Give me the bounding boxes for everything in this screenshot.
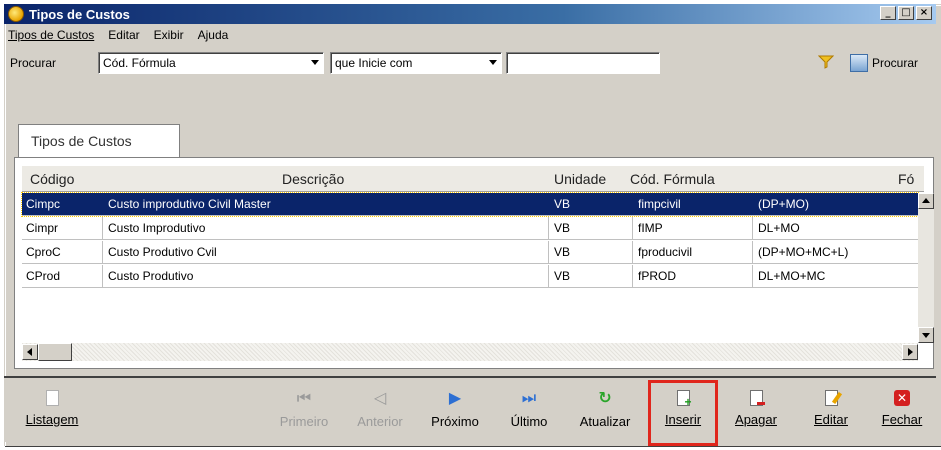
arrow-right-icon <box>908 348 913 356</box>
close-icon: ✕ <box>894 390 910 406</box>
previous-record-icon: ◁ <box>373 390 387 407</box>
proximo-label: Próximo <box>431 414 479 429</box>
refresh-icon: ↻ <box>598 390 612 407</box>
menu-exibir[interactable]: Exibir <box>154 28 184 46</box>
cell-descricao: Custo improdutivo Civil Master <box>108 197 271 211</box>
cell-codigo: CproC <box>26 245 61 259</box>
menu-editar[interactable]: Editar <box>108 28 139 46</box>
atualizar-button[interactable]: ↻ Atualizar <box>570 390 640 444</box>
search-operator-select[interactable]: que Inicie com <box>330 52 502 74</box>
cell-cod-formula: fIMP <box>638 221 663 235</box>
cell-formula: DL+MO+MC <box>758 269 826 283</box>
last-record-icon: ⏭ <box>521 390 537 407</box>
minimize-button[interactable]: _ <box>880 6 896 20</box>
anterior-button[interactable]: ◁ Anterior <box>350 390 410 444</box>
primeiro-button[interactable]: ⏮ Primeiro <box>276 390 332 444</box>
cell-unidade: VB <box>554 197 571 211</box>
cell-formula: (DP+MO) <box>758 197 809 211</box>
ultimo-label: Último <box>510 414 548 429</box>
edit-document-icon <box>824 390 842 406</box>
cell-unidade: VB <box>554 245 571 259</box>
cell-descricao: Custo Produtivo Cvil <box>108 245 217 259</box>
list-document-icon <box>45 390 59 406</box>
add-document-icon: + <box>676 390 692 408</box>
scroll-left-button[interactable] <box>22 344 38 360</box>
vertical-scrollbar[interactable] <box>918 193 934 343</box>
search-operator-value: que Inicie com <box>335 56 413 70</box>
listagem-label: Listagem <box>25 412 79 427</box>
window-title: Tipos de Custos <box>29 6 130 22</box>
cell-unidade: VB <box>554 221 571 235</box>
inserir-button[interactable]: + Inserir <box>654 390 712 444</box>
table-row[interactable]: CProd Custo Produtivo VB fPROD DL+MO+MC <box>22 265 918 288</box>
cell-cod-formula: fimpcivil <box>638 197 681 211</box>
arrow-down-icon <box>922 333 930 338</box>
table-body: Cimpc Custo improdutivo Civil Master VB … <box>21 192 919 339</box>
scroll-up-button[interactable] <box>918 193 934 209</box>
cell-descricao: Custo Improdutivo <box>108 221 206 235</box>
inserir-label: Inserir <box>664 412 702 427</box>
table-row[interactable]: Cimpr Custo Improdutivo VB fIMP DL+MO <box>22 217 918 240</box>
column-header-descricao[interactable]: Descrição <box>282 171 344 187</box>
ultimo-button[interactable]: ⏭ Último <box>504 390 554 444</box>
primeiro-label: Primeiro <box>279 414 329 429</box>
listagem-button[interactable]: Listagem <box>22 390 82 444</box>
editar-button[interactable]: Editar <box>806 390 856 444</box>
app-icon <box>8 6 24 22</box>
cell-descricao: Custo Produtivo <box>108 269 194 283</box>
title-bar[interactable]: Tipos de Custos _ □ × <box>4 4 936 24</box>
scroll-right-button[interactable] <box>902 344 918 360</box>
column-header-formula[interactable]: Fó <box>898 171 914 187</box>
cell-unidade: VB <box>554 269 571 283</box>
menu-tipos-de-custos[interactable]: Tipos de Custos <box>8 28 94 46</box>
search-label: Procurar <box>10 56 57 70</box>
horizontal-scrollbar[interactable] <box>22 343 918 361</box>
atualizar-label: Atualizar <box>579 414 631 429</box>
proximo-button[interactable]: ▶ Próximo <box>424 390 486 444</box>
chevron-down-icon <box>311 60 319 65</box>
tab-tipos-de-custos[interactable]: Tipos de Custos <box>18 124 180 158</box>
menu-ajuda[interactable]: Ajuda <box>198 28 229 46</box>
filter-icon[interactable] <box>818 55 834 69</box>
apagar-label: Apagar <box>735 412 777 427</box>
cell-cod-formula: fproducivil <box>638 245 693 259</box>
cell-codigo: Cimpr <box>26 221 58 235</box>
cell-codigo: Cimpc <box>26 197 61 211</box>
chevron-down-icon <box>489 60 497 65</box>
search-input[interactable] <box>506 52 660 74</box>
maximize-button[interactable]: □ <box>898 6 914 20</box>
menu-bar: Tipos de Custos Editar Exibir Ajuda <box>8 28 228 46</box>
first-record-icon: ⏮ <box>296 390 312 407</box>
cell-codigo: CProd <box>26 269 61 283</box>
fechar-label: Fechar <box>881 412 923 427</box>
arrow-up-icon <box>922 198 930 203</box>
table-row[interactable]: CproC Custo Produtivo Cvil VB fproducivi… <box>22 241 918 264</box>
column-header-codigo[interactable]: Código <box>30 171 74 187</box>
column-header-cod-formula[interactable]: Cód. Fórmula <box>630 171 715 187</box>
scroll-thumb[interactable] <box>38 343 72 361</box>
cell-formula: DL+MO <box>758 221 800 235</box>
next-record-icon: ▶ <box>448 390 462 407</box>
cell-formula: (DP+MO+MC+L) <box>758 245 849 259</box>
search-field-select[interactable]: Cód. Fórmula <box>98 52 324 74</box>
anterior-label: Anterior <box>357 414 403 429</box>
apagar-button[interactable]: Apagar <box>726 390 786 444</box>
close-window-button[interactable]: × <box>916 6 932 20</box>
editar-label: Editar <box>814 412 848 427</box>
window-controls: _ □ × <box>880 6 932 20</box>
search-button[interactable]: Procurar <box>872 56 918 70</box>
scroll-down-button[interactable] <box>918 327 934 343</box>
table-row[interactable]: Cimpc Custo improdutivo Civil Master VB … <box>21 192 919 217</box>
cell-cod-formula: fPROD <box>638 269 677 283</box>
delete-document-icon <box>749 390 765 406</box>
search-icon[interactable] <box>850 54 868 72</box>
column-header-unidade[interactable]: Unidade <box>554 171 606 187</box>
search-field-value: Cód. Fórmula <box>103 56 176 70</box>
arrow-left-icon <box>27 348 32 356</box>
search-bar: Procurar Cód. Fórmula que Inicie com Pro… <box>8 52 936 76</box>
fechar-button[interactable]: ✕ Fechar <box>874 390 930 444</box>
table-header: Código Descrição Unidade Cód. Fórmula Fó <box>22 166 924 192</box>
